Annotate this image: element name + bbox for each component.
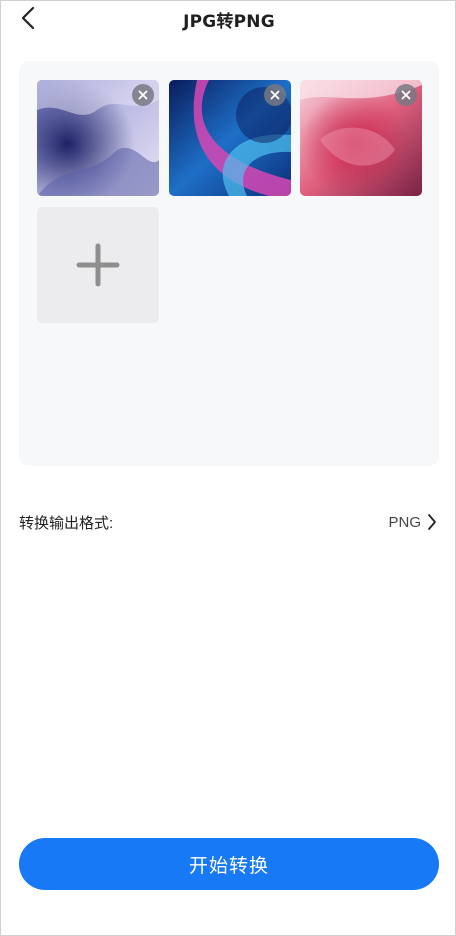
chevron-right-icon: [428, 514, 436, 530]
image-picker-panel: [19, 61, 439, 466]
image-thumbnail[interactable]: [169, 80, 291, 196]
close-icon: [270, 90, 280, 100]
output-format-row[interactable]: 转换输出格式: PNG: [19, 509, 437, 535]
add-image-button[interactable]: [37, 207, 159, 323]
output-format-select[interactable]: PNG: [388, 509, 437, 535]
remove-image-button[interactable]: [264, 84, 286, 106]
close-icon: [401, 90, 411, 100]
output-format-value: PNG: [388, 513, 421, 531]
image-thumbnail[interactable]: [37, 80, 159, 196]
close-icon: [138, 90, 148, 100]
remove-image-button[interactable]: [132, 84, 154, 106]
header: JPG转PNG: [1, 1, 456, 35]
app-screen: JPG转PNG 转换输出格式: PNG 开始转换: [0, 0, 456, 936]
page-title: JPG转PNG: [183, 12, 275, 32]
plus-icon: [76, 243, 120, 287]
start-convert-button[interactable]: 开始转换: [19, 838, 439, 890]
image-thumbnail[interactable]: [300, 80, 422, 196]
output-format-label: 转换输出格式:: [19, 515, 114, 532]
remove-image-button[interactable]: [395, 84, 417, 106]
